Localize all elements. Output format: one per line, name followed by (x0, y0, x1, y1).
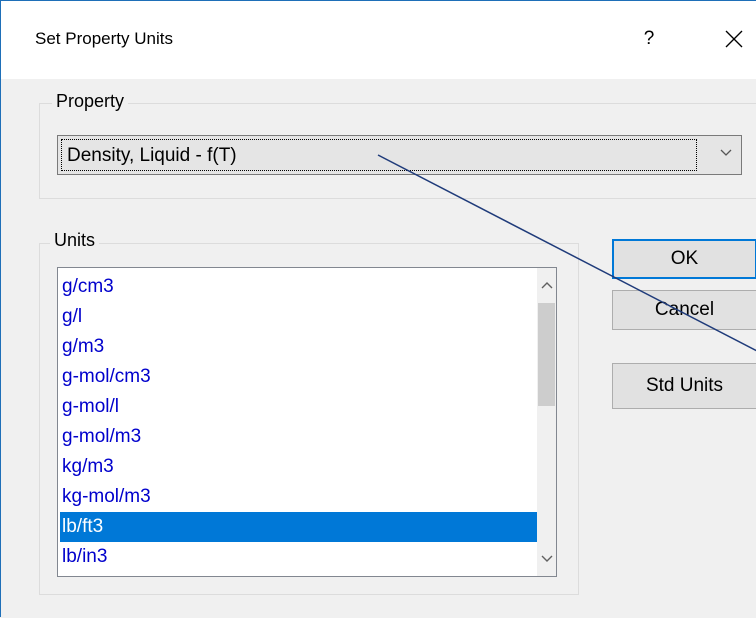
list-item[interactable]: g-mol/cm3 (60, 362, 537, 392)
units-list-scrollbar[interactable] (537, 268, 556, 576)
scroll-thumb[interactable] (538, 303, 555, 406)
chevron-down-icon[interactable] (719, 144, 733, 160)
ok-button[interactable]: OK (612, 239, 756, 279)
property-selected-value: Density, Liquid - f(T) (67, 145, 237, 166)
list-item[interactable]: g/m3 (60, 332, 537, 362)
title-bar: Set Property Units ? (1, 1, 756, 79)
list-item[interactable]: g/l (60, 302, 537, 332)
property-group-label: Property (52, 91, 129, 112)
property-dropdown-focus: Density, Liquid - f(T) (61, 139, 697, 171)
window-title: Set Property Units (35, 29, 173, 48)
cancel-button[interactable]: Cancel (612, 290, 756, 330)
list-item-selected[interactable]: lb/ft3 (60, 512, 537, 542)
list-item[interactable]: kg/m3 (60, 452, 537, 482)
close-button[interactable] (711, 19, 756, 59)
chevron-down-icon[interactable] (537, 548, 556, 570)
list-item[interactable]: kg-mol/m3 (60, 482, 537, 512)
units-list[interactable]: g/cm3 g/l g/m3 g-mol/cm3 g-mol/l g-mol/m… (57, 267, 557, 577)
help-button[interactable]: ? (629, 19, 669, 59)
chevron-up-icon[interactable] (537, 274, 556, 296)
units-list-items: g/cm3 g/l g/m3 g-mol/cm3 g-mol/l g-mol/m… (60, 272, 537, 572)
list-item[interactable]: lb/in3 (60, 542, 537, 572)
list-item[interactable]: g/cm3 (60, 272, 537, 302)
set-property-units-dialog: Set Property Units ? Property Density, L… (0, 0, 756, 617)
close-icon (725, 30, 743, 48)
list-item[interactable]: g-mol/m3 (60, 422, 537, 452)
std-units-button[interactable]: Std Units (612, 363, 756, 409)
list-item[interactable]: g-mol/l (60, 392, 537, 422)
units-group-label: Units (50, 230, 100, 251)
property-dropdown[interactable]: Density, Liquid - f(T) (57, 135, 742, 175)
